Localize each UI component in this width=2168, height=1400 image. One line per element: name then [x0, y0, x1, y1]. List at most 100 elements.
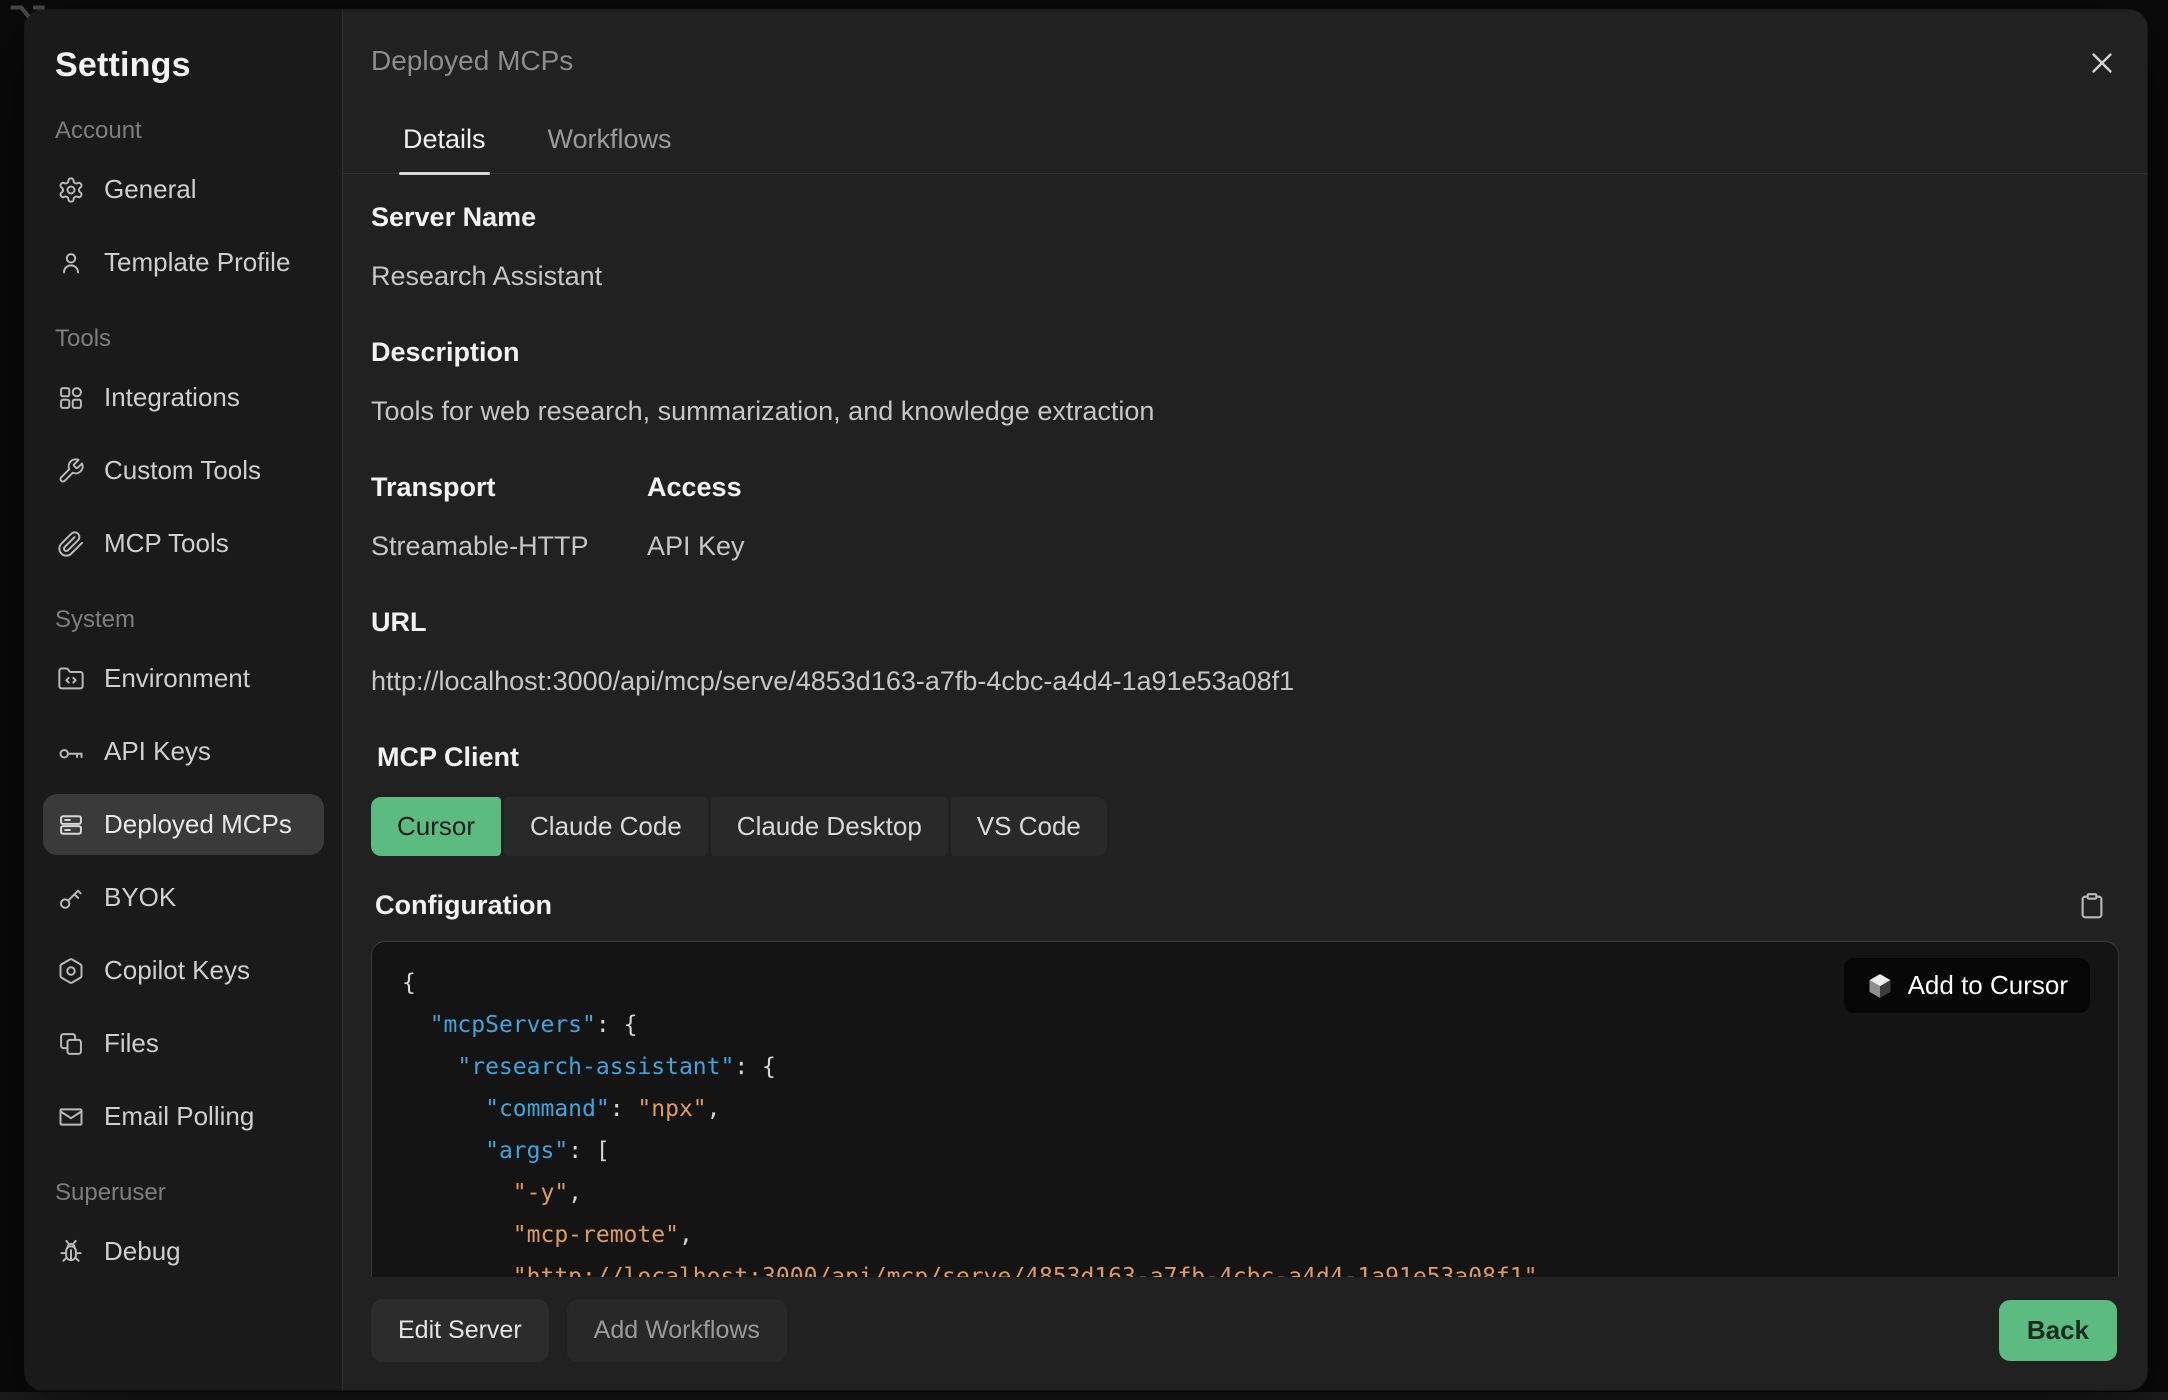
mail-icon [57, 1103, 85, 1131]
details-content: Server Name Research Assistant Descripti… [343, 174, 2147, 1277]
user-icon [57, 249, 85, 277]
sidebar-item-byok[interactable]: BYOK [43, 867, 324, 928]
mcp-client-cursor-button[interactable]: Cursor [371, 797, 501, 856]
sidebar-sections: Account General Template Profile Tools Integ… [43, 117, 324, 1282]
code-line: "-y", [402, 1172, 2088, 1214]
sidebar-item-label: Debug [104, 1236, 181, 1267]
sidebar-item-label: Files [104, 1028, 159, 1059]
sidebar-item-label: BYOK [104, 882, 176, 913]
background-page-edge [0, 1392, 2168, 1400]
code-line: "mcp-remote", [402, 1214, 2088, 1256]
transport-value: Streamable-HTTP [371, 531, 647, 562]
add-to-cursor-button[interactable]: Add to Cursor [1844, 958, 2090, 1013]
server-name-label: Server Name [371, 202, 2119, 233]
bug-icon [57, 1238, 85, 1266]
sidebar-item-files[interactable]: Files [43, 1013, 324, 1074]
tab-bar: Details Workflows [343, 124, 2147, 174]
sidebar-item-custom-tools[interactable]: Custom Tools [43, 440, 324, 501]
sidebar-item-template-profile[interactable]: Template Profile [43, 232, 324, 293]
sidebar-item-label: General [104, 174, 197, 205]
panel-footer: Edit Server Add Workflows Back [343, 1277, 2147, 1390]
sidebar-item-label: Integrations [104, 382, 240, 413]
tab-workflows[interactable]: Workflows [544, 124, 676, 173]
sidebar-item-environment[interactable]: Environment [43, 648, 324, 709]
back-button[interactable]: Back [1999, 1300, 2117, 1361]
sidebar-section-label-tools: Tools [55, 325, 324, 353]
key-round-icon [57, 738, 85, 766]
configuration-header: Configuration [375, 890, 2119, 921]
sidebar-item-mcp-tools[interactable]: MCP Tools [43, 513, 324, 574]
settings-sidebar: Settings Account General Template Profile T… [25, 10, 343, 1390]
sidebar-item-label: Custom Tools [104, 455, 261, 486]
sidebar-item-label: API Keys [104, 736, 211, 767]
edit-server-button[interactable]: Edit Server [371, 1299, 549, 1362]
url-value: http://localhost:3000/api/mcp/serve/4853… [371, 666, 2119, 697]
sidebar-item-label: Template Profile [104, 247, 290, 278]
deployed-mcps-panel: Deployed MCPs Details Workflows Server Na… [343, 10, 2147, 1390]
code-line: { [402, 962, 2088, 1004]
sidebar-item-integrations[interactable]: Integrations [43, 367, 324, 428]
key-icon [57, 884, 85, 912]
mcp-client-field: MCP Client CursorClaude CodeClaude Deskt… [371, 742, 2119, 856]
mcp-client-claude-code-button[interactable]: Claude Code [504, 797, 708, 856]
gear-icon [57, 176, 85, 204]
clipboard-icon [2077, 891, 2107, 921]
configuration-json: { "mcpServers": { "research-assistant": … [402, 962, 2088, 1277]
sidebar-item-email-polling[interactable]: Email Polling [43, 1086, 324, 1147]
access-label: Access [647, 472, 745, 503]
mcp-client-vs-code-button[interactable]: VS Code [951, 797, 1107, 856]
code-line: "args": [ [402, 1130, 2088, 1172]
sidebar-item-label: MCP Tools [104, 528, 229, 559]
sidebar-item-api-keys[interactable]: API Keys [43, 721, 324, 782]
sidebar-item-label: Deployed MCPs [104, 809, 292, 840]
code-line: "command": "npx", [402, 1088, 2088, 1130]
wrench-icon [57, 457, 85, 485]
mcp-client-label: MCP Client [377, 742, 2119, 773]
tab-details[interactable]: Details [399, 124, 490, 173]
close-button[interactable] [2085, 46, 2119, 80]
server-name-field: Server Name Research Assistant [371, 202, 2119, 292]
code-line: "research-assistant": { [402, 1046, 2088, 1088]
configuration-code-block: Add to Cursor { "mcpServers": { "researc… [371, 941, 2119, 1277]
hexagon-circle-icon [57, 957, 85, 985]
configuration-label: Configuration [375, 890, 552, 921]
code-line: "http://localhost:3000/api/mcp/serve/485… [402, 1256, 2088, 1277]
close-icon [2085, 46, 2119, 80]
access-value: API Key [647, 531, 745, 562]
paperclip-icon [57, 530, 85, 558]
settings-title: Settings [55, 46, 324, 85]
sidebar-section-label-system: System [55, 606, 324, 634]
sidebar-item-general[interactable]: General [43, 159, 324, 220]
panel-title: Deployed MCPs [371, 44, 573, 78]
transport-label: Transport [371, 472, 647, 503]
settings-modal: Settings Account General Template Profile T… [25, 10, 2147, 1390]
sidebar-section-label-superuser: Superuser [55, 1179, 324, 1207]
description-label: Description [371, 337, 2119, 368]
sidebar-item-debug[interactable]: Debug [43, 1221, 324, 1282]
url-label: URL [371, 607, 2119, 638]
description-value: Tools for web research, summarization, a… [371, 396, 2119, 427]
code-line: "mcpServers": { [402, 1004, 2088, 1046]
add-workflows-button[interactable]: Add Workflows [567, 1299, 787, 1362]
description-field: Description Tools for web research, summ… [371, 337, 2119, 427]
files-icon [57, 1030, 85, 1058]
sidebar-item-copilot-keys[interactable]: Copilot Keys [43, 940, 324, 1001]
sidebar-item-deployed-mcps[interactable]: Deployed MCPs [43, 794, 324, 855]
transport-access-row: Transport Streamable-HTTP Access API Key [371, 472, 2119, 562]
sidebar-item-label: Email Polling [104, 1101, 254, 1132]
sidebar-section-label-account: Account [55, 117, 324, 145]
cursor-cube-icon [1866, 972, 1894, 1000]
server-icon [57, 811, 85, 839]
url-field: URL http://localhost:3000/api/mcp/serve/… [371, 607, 2119, 697]
panel-header: Deployed MCPs [343, 10, 2147, 80]
blocks-icon [57, 384, 85, 412]
mcp-client-claude-desktop-button[interactable]: Claude Desktop [711, 797, 948, 856]
folder-code-icon [57, 665, 85, 693]
transport-field: Transport Streamable-HTTP [371, 472, 647, 562]
mcp-client-segmented-control: CursorClaude CodeClaude DesktopVS Code [371, 797, 2119, 856]
server-name-value: Research Assistant [371, 261, 2119, 292]
sidebar-item-label: Environment [104, 663, 250, 694]
sidebar-item-label: Copilot Keys [104, 955, 250, 986]
copy-configuration-button[interactable] [2077, 891, 2107, 921]
access-field: Access API Key [647, 472, 745, 562]
